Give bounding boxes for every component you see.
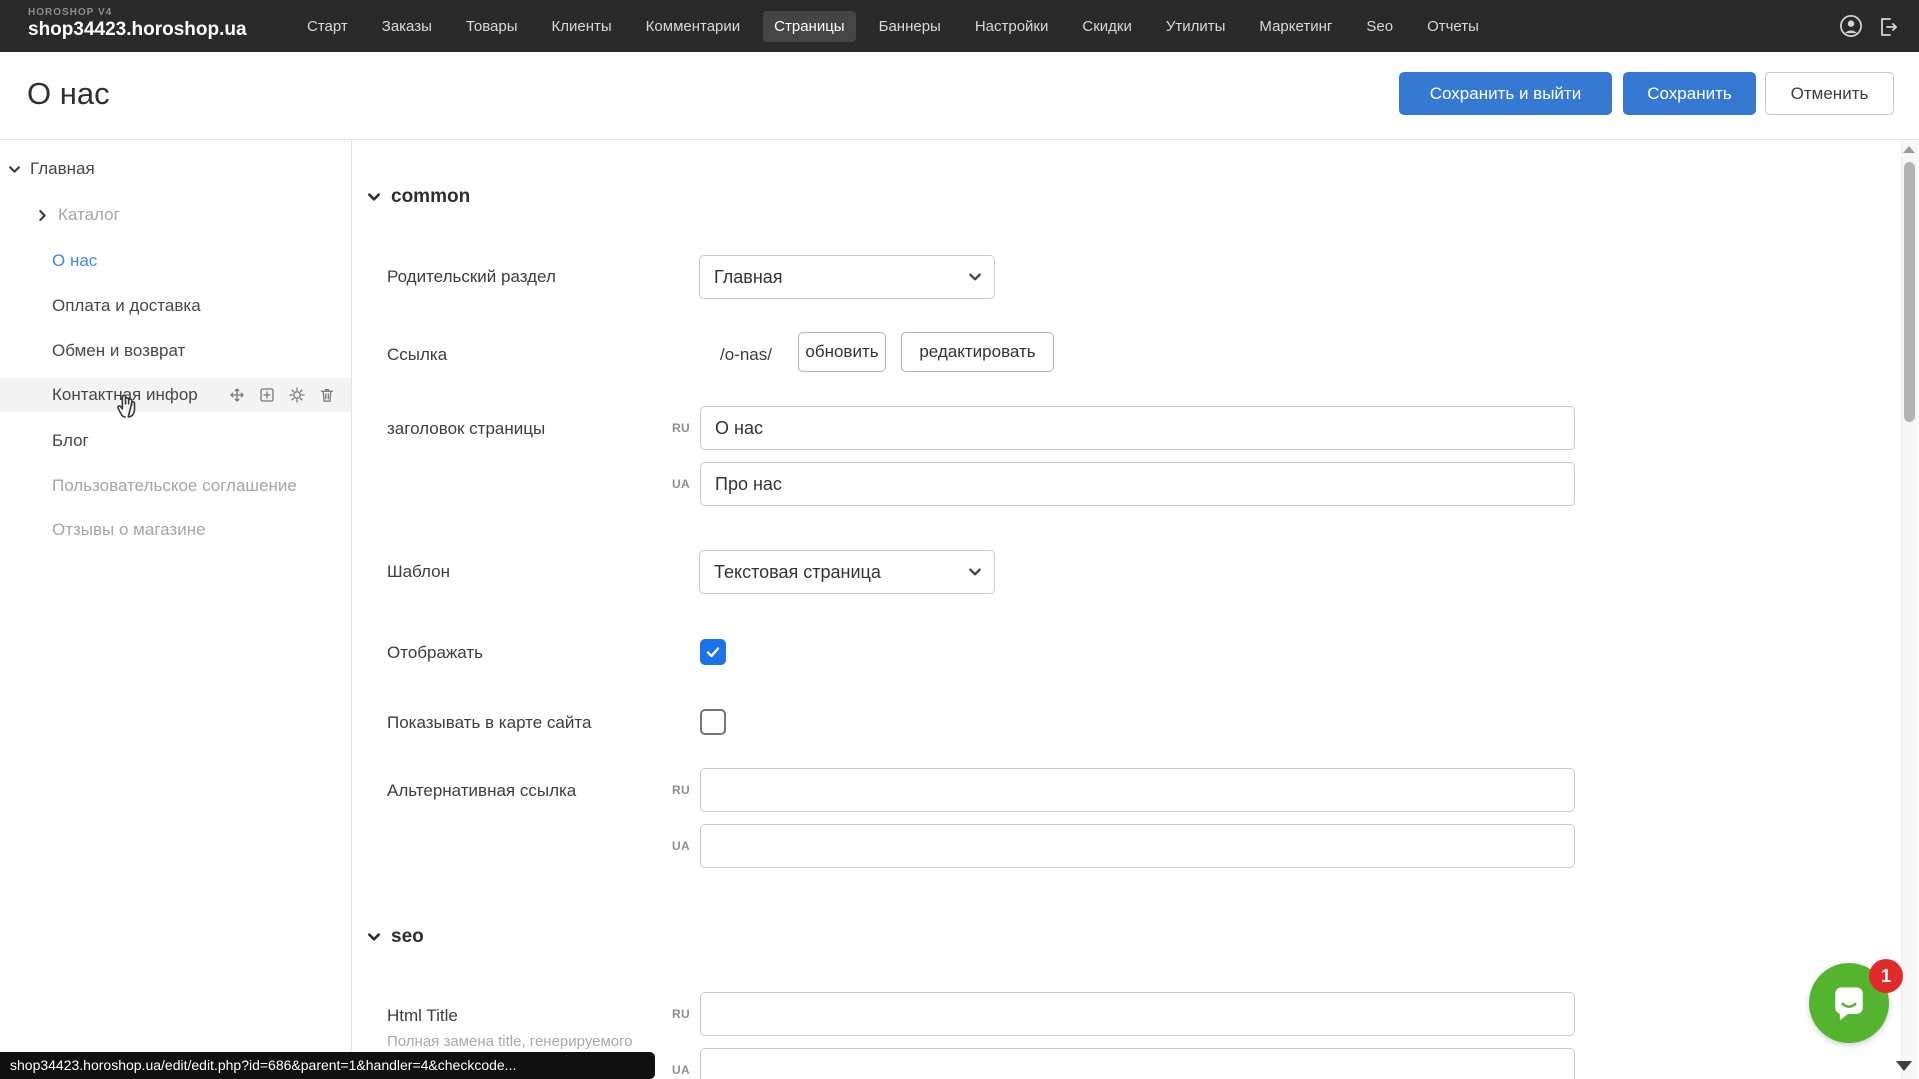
- scrollbar-down-arrow-icon[interactable]: [1896, 1061, 1912, 1071]
- lang-badge-ua: UA: [672, 839, 690, 853]
- chat-unread-badge: 1: [1869, 959, 1903, 993]
- parent-section-select[interactable]: Главная: [699, 255, 995, 299]
- sidebar-item-about[interactable]: О нас: [52, 244, 97, 278]
- sidebar-item-store-reviews[interactable]: Отзывы о магазине: [52, 513, 206, 547]
- sidebar-item-home[interactable]: Главная: [8, 152, 95, 186]
- section-title: seo: [391, 926, 424, 948]
- sidebar-item-label: Обмен и возврат: [52, 334, 185, 368]
- sidebar-item-label: Пользовательское соглашение: [52, 469, 297, 503]
- nav-item-utilities[interactable]: Утилиты: [1155, 11, 1237, 42]
- section-common[interactable]: common: [367, 186, 470, 208]
- sidebar-item-label: Блог: [52, 424, 89, 458]
- sidebar-item-label: Оплата и доставка: [52, 289, 201, 323]
- add-icon[interactable]: [258, 386, 276, 404]
- sidebar-item-catalog[interactable]: Каталог: [36, 198, 120, 232]
- cancel-button[interactable]: Отменить: [1765, 72, 1894, 115]
- nav-item-banners[interactable]: Баннеры: [868, 11, 952, 42]
- logout-icon[interactable]: [1876, 15, 1900, 39]
- sitemap-checkbox[interactable]: [700, 709, 726, 735]
- html-title-hint: Полная замена title, генерируемого: [387, 1032, 633, 1052]
- cursor-hand-icon: [112, 390, 142, 420]
- move-icon[interactable]: [228, 386, 246, 404]
- check-icon: [705, 644, 721, 660]
- sidebar-item-label: Каталог: [58, 198, 120, 232]
- nav-item-discounts[interactable]: Скидки: [1071, 11, 1142, 42]
- topbar: HOROSHOP V4 shop34423.horoshop.ua Старт …: [0, 0, 1919, 52]
- lang-badge-ru: RU: [672, 421, 690, 435]
- save-and-exit-button[interactable]: Сохранить и выйти: [1399, 72, 1612, 115]
- sidebar-item-label: Главная: [30, 152, 95, 186]
- status-url-bar: shop34423.horoshop.ua/edit/edit.php?id=6…: [0, 1052, 655, 1079]
- chevron-right-icon[interactable]: [36, 209, 49, 222]
- nav-item-start[interactable]: Старт: [296, 11, 359, 42]
- brand-version-label: HOROSHOP V4: [28, 7, 247, 18]
- sidebar-item-label: О нас: [52, 244, 97, 278]
- main-nav: Старт Заказы Товары Клиенты Комментарии …: [296, 0, 1490, 52]
- sidebar-divider: [351, 139, 352, 1079]
- lang-badge-ua: UA: [672, 477, 690, 491]
- sidebar-item-payment-delivery[interactable]: Оплата и доставка: [52, 289, 201, 323]
- chevron-down-icon: [968, 270, 982, 284]
- nav-item-settings[interactable]: Настройки: [964, 11, 1060, 42]
- brand-domain: shop34423.horoshop.ua: [28, 19, 247, 41]
- lang-badge-ua: UA: [672, 1063, 690, 1077]
- sitemap-label: Показывать в карте сайта: [387, 709, 591, 737]
- save-button[interactable]: Сохранить: [1623, 72, 1756, 115]
- html-title-label: Html Title: [387, 1002, 458, 1030]
- display-checkbox[interactable]: [700, 639, 726, 665]
- page-title-ua-input[interactable]: [700, 462, 1575, 506]
- alt-link-label: Альтернативная ссылка: [387, 777, 576, 805]
- template-value: Текстовая страница: [714, 562, 881, 583]
- section-seo[interactable]: seo: [367, 926, 424, 948]
- page-title-ru-input[interactable]: [700, 406, 1575, 450]
- display-label: Отображать: [387, 639, 483, 667]
- sidebar-item-actions: [228, 386, 336, 404]
- link-edit-button[interactable]: редактировать: [901, 332, 1054, 372]
- parent-section-label: Родительский раздел: [387, 263, 556, 291]
- lang-badge-ru: RU: [672, 783, 690, 797]
- nav-item-comments[interactable]: Комментарии: [635, 11, 751, 42]
- sidebar-item-exchange-return[interactable]: Обмен и возврат: [52, 334, 185, 368]
- chevron-down-icon: [968, 565, 982, 579]
- lang-badge-ru: RU: [672, 1007, 690, 1021]
- chat-bubble-icon: [1827, 981, 1871, 1025]
- section-title: common: [391, 186, 470, 208]
- page: HOROSHOP V4 shop34423.horoshop.ua Старт …: [0, 0, 1919, 1079]
- user-account-icon[interactable]: [1838, 13, 1864, 39]
- page-title-field-label: заголовок страницы: [387, 415, 545, 443]
- nav-item-products[interactable]: Товары: [455, 11, 529, 42]
- html-title-ua-input[interactable]: [700, 1048, 1575, 1079]
- template-label: Шаблон: [387, 558, 450, 586]
- topbar-brand: HOROSHOP V4 shop34423.horoshop.ua: [28, 7, 247, 41]
- nav-item-clients[interactable]: Клиенты: [541, 11, 623, 42]
- parent-section-value: Главная: [714, 267, 783, 288]
- chevron-down-icon: [367, 190, 381, 204]
- sidebar-item-blog[interactable]: Блог: [52, 424, 89, 458]
- chevron-down-icon: [367, 930, 381, 944]
- chevron-down-icon[interactable]: [8, 163, 21, 176]
- nav-item-pages[interactable]: Страницы: [763, 11, 855, 42]
- template-select[interactable]: Текстовая страница: [699, 550, 995, 594]
- header-divider: [0, 139, 1919, 140]
- html-title-ru-input[interactable]: [700, 992, 1575, 1036]
- nav-item-orders[interactable]: Заказы: [371, 11, 443, 42]
- nav-item-marketing[interactable]: Маркетинг: [1248, 11, 1343, 42]
- scrollbar-thumb[interactable]: [1904, 162, 1915, 422]
- alt-link-ua-input[interactable]: [700, 824, 1575, 868]
- sidebar-item-label: Отзывы о магазине: [52, 513, 206, 547]
- scrollbar-up-arrow-icon[interactable]: [1903, 146, 1915, 153]
- link-refresh-button[interactable]: обновить: [798, 332, 886, 372]
- link-label: Ссылка: [387, 341, 447, 369]
- trash-icon[interactable]: [318, 386, 336, 404]
- page-title: О нас: [27, 76, 110, 112]
- nav-item-reports[interactable]: Отчеты: [1416, 11, 1490, 42]
- nav-item-seo[interactable]: Seo: [1355, 11, 1404, 42]
- alt-link-ru-input[interactable]: [700, 768, 1575, 812]
- gear-icon[interactable]: [288, 386, 306, 404]
- link-path: /o-nas/: [720, 341, 772, 369]
- sidebar-item-user-agreement[interactable]: Пользовательское соглашение: [52, 469, 297, 503]
